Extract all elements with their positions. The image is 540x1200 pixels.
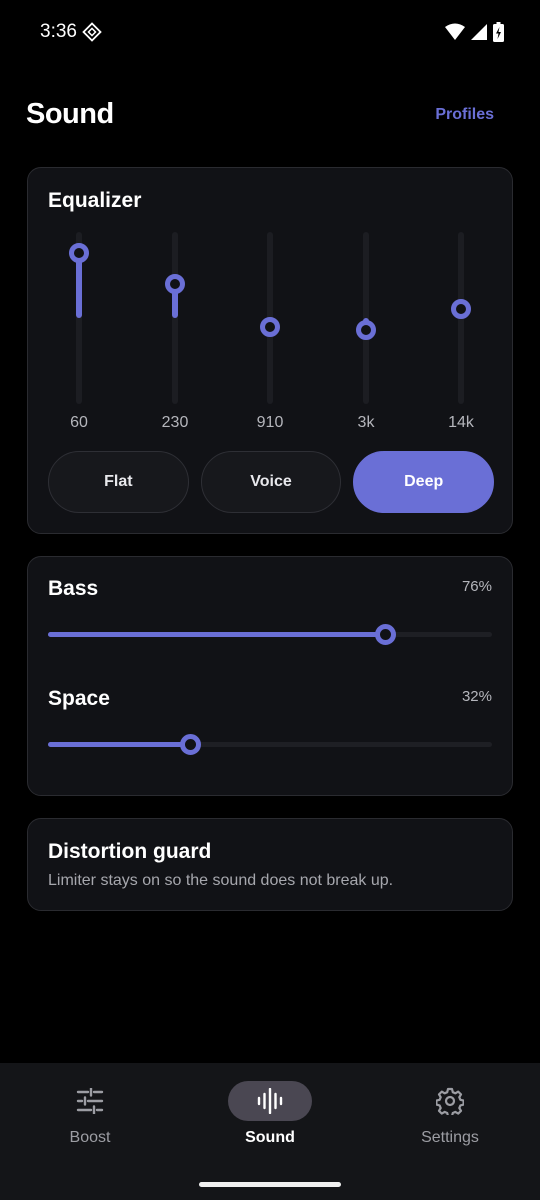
home-indicator[interactable] bbox=[199, 1182, 341, 1187]
nav-label-boost: Boost bbox=[69, 1129, 111, 1146]
profiles-button[interactable]: Profiles bbox=[435, 106, 494, 124]
eq-band-slider[interactable]: 3k bbox=[346, 232, 386, 442]
nav-item-boost[interactable]: Boost bbox=[0, 1063, 180, 1163]
nav-icon-container bbox=[48, 1081, 132, 1121]
effects-card: Bass 76% Space 32% bbox=[27, 556, 513, 796]
equalizer-card: Equalizer 60 230 910 3k 14k Flat Voice Deep bbox=[27, 167, 513, 534]
diamond-icon bbox=[82, 22, 102, 42]
waveform-icon bbox=[257, 1088, 283, 1114]
preset-button-flat[interactable]: Flat bbox=[48, 451, 189, 513]
page-title: Sound bbox=[26, 98, 114, 130]
eq-band-label: 3k bbox=[357, 414, 375, 431]
eq-band-thumb[interactable] bbox=[356, 320, 376, 341]
status-icons bbox=[445, 22, 504, 42]
slider-fill bbox=[48, 632, 386, 637]
eq-band-thumb[interactable] bbox=[260, 316, 280, 337]
eq-band-thumb[interactable] bbox=[165, 273, 185, 294]
distortion-guard-subtitle: Limiter stays on so the sound does not b… bbox=[48, 872, 394, 889]
slider-label-bass: Bass bbox=[48, 577, 99, 600]
nav-label-settings: Settings bbox=[421, 1129, 479, 1146]
eq-band-track bbox=[172, 232, 178, 404]
slider-thumb[interactable] bbox=[374, 624, 396, 645]
slider-label-space: Space bbox=[48, 687, 110, 710]
distortion-guard-card[interactable]: Distortion guard Limiter stays on so the… bbox=[27, 818, 513, 911]
signal-icon bbox=[471, 24, 487, 40]
slider-value-space: 32% bbox=[461, 688, 492, 705]
eq-band-label: 910 bbox=[256, 414, 284, 431]
equalizer-title: Equalizer bbox=[48, 189, 142, 212]
nav-icon-container bbox=[228, 1081, 312, 1121]
eq-band-slider[interactable]: 60 bbox=[59, 232, 99, 442]
eq-band-thumb[interactable] bbox=[451, 299, 471, 320]
preset-button-deep[interactable]: Deep bbox=[353, 451, 495, 513]
gear-icon bbox=[436, 1087, 464, 1115]
slider-thumb[interactable] bbox=[179, 734, 201, 755]
eq-band-label: 60 bbox=[70, 414, 88, 431]
eq-band-thumb[interactable] bbox=[69, 242, 89, 263]
slider-fill bbox=[48, 742, 191, 747]
status-bar: 3:36 bbox=[0, 0, 540, 64]
status-time: 3:36 bbox=[40, 21, 77, 42]
nav-icon-container bbox=[408, 1081, 492, 1121]
nav-label-sound: Sound bbox=[245, 1129, 295, 1146]
slider-bass[interactable] bbox=[48, 624, 492, 645]
bottom-navigation: Boost Sound Settings bbox=[0, 1063, 540, 1200]
distortion-guard-title: Distortion guard bbox=[48, 840, 212, 863]
sliders-icon bbox=[76, 1088, 104, 1114]
eq-band-slider[interactable]: 14k bbox=[441, 232, 481, 442]
wifi-icon bbox=[445, 23, 465, 40]
nav-item-settings[interactable]: Settings bbox=[360, 1063, 540, 1163]
preset-row: Flat Voice Deep bbox=[48, 451, 495, 513]
slider-space[interactable] bbox=[48, 734, 492, 755]
eq-band-label: 230 bbox=[161, 414, 189, 431]
slider-value-bass: 76% bbox=[461, 578, 492, 595]
battery-icon bbox=[493, 22, 504, 42]
preset-button-voice[interactable]: Voice bbox=[200, 451, 342, 513]
eq-band-slider[interactable]: 910 bbox=[250, 232, 290, 442]
eq-band-slider[interactable]: 230 bbox=[155, 232, 195, 442]
nav-item-sound[interactable]: Sound bbox=[180, 1063, 360, 1163]
eq-band-label: 14k bbox=[448, 414, 474, 431]
